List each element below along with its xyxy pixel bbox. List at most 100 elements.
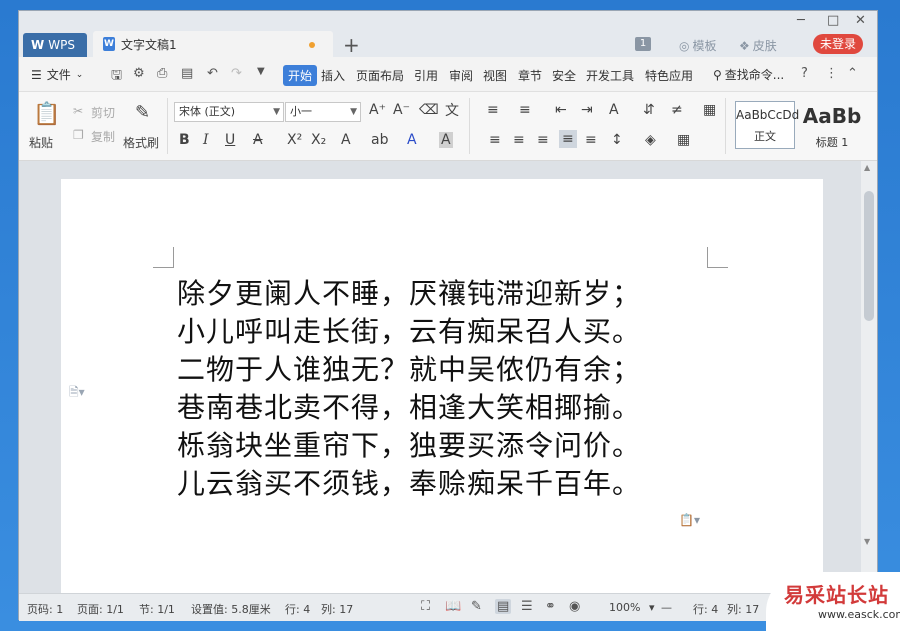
borders-icon[interactable]: ▦ (677, 132, 690, 148)
subscript-icon[interactable]: X₂ (311, 132, 326, 148)
table-grid-icon[interactable]: ▦ (703, 102, 716, 118)
find-command-box[interactable]: ⚲ 查找命令... (713, 66, 784, 83)
strikethrough-icon[interactable]: A (253, 132, 263, 148)
copy-button[interactable]: 复制 (91, 128, 115, 145)
tab-section[interactable]: 章节 (518, 67, 542, 84)
setting-status[interactable]: 设置值: 5.8厘米 (191, 601, 271, 617)
close-button[interactable]: ✕ (855, 13, 866, 28)
bullet-list-icon[interactable]: ≡ (487, 102, 499, 118)
fullscreen-icon[interactable]: ⛶ (421, 599, 430, 614)
tab-page-layout[interactable]: 页面布局 (356, 67, 404, 84)
row-status-right: 行: 4 (693, 603, 719, 616)
align-right-icon[interactable]: ≡ (537, 132, 549, 148)
bold-icon[interactable]: B (179, 132, 190, 148)
underline-icon[interactable]: U (225, 132, 235, 148)
shading-icon[interactable]: ◈ (645, 132, 656, 148)
align-left-icon[interactable]: ≡ (489, 132, 501, 148)
scroll-down-icon[interactable]: ▼ (864, 537, 870, 546)
zoom-level[interactable]: 100% (609, 601, 640, 614)
vertical-scrollbar[interactable]: ▲ ▼ (861, 161, 877, 593)
line-spacing-dropdown-icon[interactable]: ≠ (671, 102, 683, 118)
collapse-ribbon-icon[interactable]: ⌃ (847, 66, 858, 81)
scrollbar-thumb[interactable] (864, 191, 874, 321)
help-button[interactable]: ? (801, 66, 808, 81)
edit-pen-icon[interactable]: ✎ (471, 599, 482, 614)
paragraph-options-icon[interactable]: 🗎▾ (69, 383, 85, 404)
page-view-icon[interactable]: ▤ (495, 599, 512, 614)
section-status[interactable]: 节: 1/1 (139, 601, 175, 617)
eye-protection-icon[interactable]: ◉ (569, 599, 580, 614)
font-color-icon[interactable]: A (407, 132, 417, 148)
tab-wps-home[interactable]: W WPS (23, 33, 87, 57)
phonetic-guide-icon[interactable]: 文 (445, 100, 459, 120)
undo-icon[interactable]: ↶ (207, 66, 218, 81)
font-size-select[interactable]: 小一 ▼ (285, 102, 361, 122)
maximize-button[interactable]: □ (827, 13, 839, 28)
tab-view[interactable]: 视图 (483, 67, 507, 84)
minimize-button[interactable]: ─ (797, 13, 805, 28)
char-shading-icon[interactable]: A (439, 132, 453, 148)
column-status-right: 列: 17 (727, 603, 760, 616)
login-button[interactable]: 未登录 (813, 34, 863, 54)
tab-insert[interactable]: 插入 (321, 67, 345, 84)
sort-icon[interactable]: ⇵ (643, 102, 655, 118)
font-name-select[interactable]: 宋体 (正文) ▼ (174, 102, 284, 122)
cut-icon[interactable]: ✂ (73, 104, 83, 118)
paste-icon[interactable]: 📋 (33, 102, 60, 127)
window-count-badge[interactable]: 1 (635, 37, 651, 51)
superscript-icon[interactable]: X² (287, 132, 302, 148)
file-menu[interactable]: ☰ 文件 ⌄ (31, 66, 83, 83)
clear-format-icon[interactable]: ⌫ (419, 102, 439, 118)
font-name-value: 宋体 (正文) (179, 105, 236, 118)
cut-button[interactable]: 剪切 (91, 104, 115, 121)
save-icon[interactable]: 🖫 (111, 66, 122, 88)
zoom-dropdown-icon[interactable]: ▾ (649, 601, 655, 614)
numbered-list-icon[interactable]: ≡ (519, 102, 531, 118)
increase-indent-icon[interactable]: ⇥ (581, 102, 593, 118)
grow-font-icon[interactable]: A⁺ (369, 102, 386, 118)
tab-start[interactable]: 开始 (283, 65, 318, 86)
print-preview-icon[interactable]: ▤ (181, 66, 193, 81)
copy-icon[interactable]: ❐ (73, 128, 84, 142)
justify-icon[interactable]: ≡ (559, 130, 577, 148)
text-direction-icon[interactable]: A (609, 102, 619, 118)
format-painter-icon[interactable]: ✎ (135, 102, 150, 123)
tab-reference[interactable]: 引用 (414, 67, 438, 84)
decrease-indent-icon[interactable]: ⇤ (555, 102, 567, 118)
shrink-font-icon[interactable]: A⁻ (393, 102, 410, 118)
highlight-icon[interactable]: ab (371, 132, 388, 148)
print-icon[interactable]: ⎙ (157, 66, 167, 81)
template-icon: ◎ (679, 38, 690, 53)
template-button[interactable]: ◎ 模板 (679, 37, 717, 54)
style-normal[interactable]: AaBbCcDd 正文 (735, 101, 799, 149)
paste-button[interactable]: 粘贴 (29, 134, 53, 151)
tab-special[interactable]: 特色应用 (645, 67, 693, 84)
web-view-icon[interactable]: ⚭ (545, 599, 556, 614)
align-center-icon[interactable]: ≡ (513, 132, 525, 148)
pages-status[interactable]: 页面: 1/1 (77, 601, 124, 617)
outline-view-icon[interactable]: ☰ (521, 599, 533, 614)
format-icon[interactable]: ⚙ (133, 66, 145, 81)
italic-icon[interactable]: I (203, 132, 209, 148)
document-text[interactable]: 除夕更阑人不睡，厌禳钝滞迎新岁； 小儿呼叫走长街，云有痴呆召人买。 二物于人谁独… (177, 275, 641, 503)
skin-button[interactable]: ❖ 皮肤 (739, 37, 777, 54)
tab-document[interactable]: W 文字文稿1 (93, 31, 333, 57)
format-painter-button[interactable]: 格式刷 (123, 134, 159, 151)
distribute-icon[interactable]: ≡ (585, 132, 597, 148)
document-page[interactable]: 除夕更阑人不睡，厌禳钝滞迎新岁； 小儿呼叫走长街，云有痴呆召人买。 二物于人谁独… (61, 179, 823, 593)
redo-icon[interactable]: ↷ (231, 66, 242, 81)
scroll-up-icon[interactable]: ▲ (864, 163, 870, 172)
tab-review[interactable]: 审阅 (449, 67, 473, 84)
tab-security[interactable]: 安全 (552, 67, 576, 84)
reading-mode-icon[interactable]: 📖 (445, 599, 461, 614)
quick-access-dropdown-icon[interactable]: ▼ (257, 66, 265, 77)
zoom-out-icon[interactable]: — (661, 601, 672, 614)
paste-options-icon[interactable]: 📋▾ (679, 513, 700, 527)
more-options-icon[interactable]: ⋮ (825, 66, 838, 81)
page-number-status[interactable]: 页码: 1 (27, 601, 63, 617)
tab-developer[interactable]: 开发工具 (586, 67, 634, 84)
new-tab-button[interactable]: + (343, 33, 360, 57)
style-heading1[interactable]: AaBb 标题 1 (797, 101, 867, 149)
line-spacing-icon[interactable]: ↕ (611, 132, 623, 148)
text-effect-icon[interactable]: A (341, 132, 351, 148)
